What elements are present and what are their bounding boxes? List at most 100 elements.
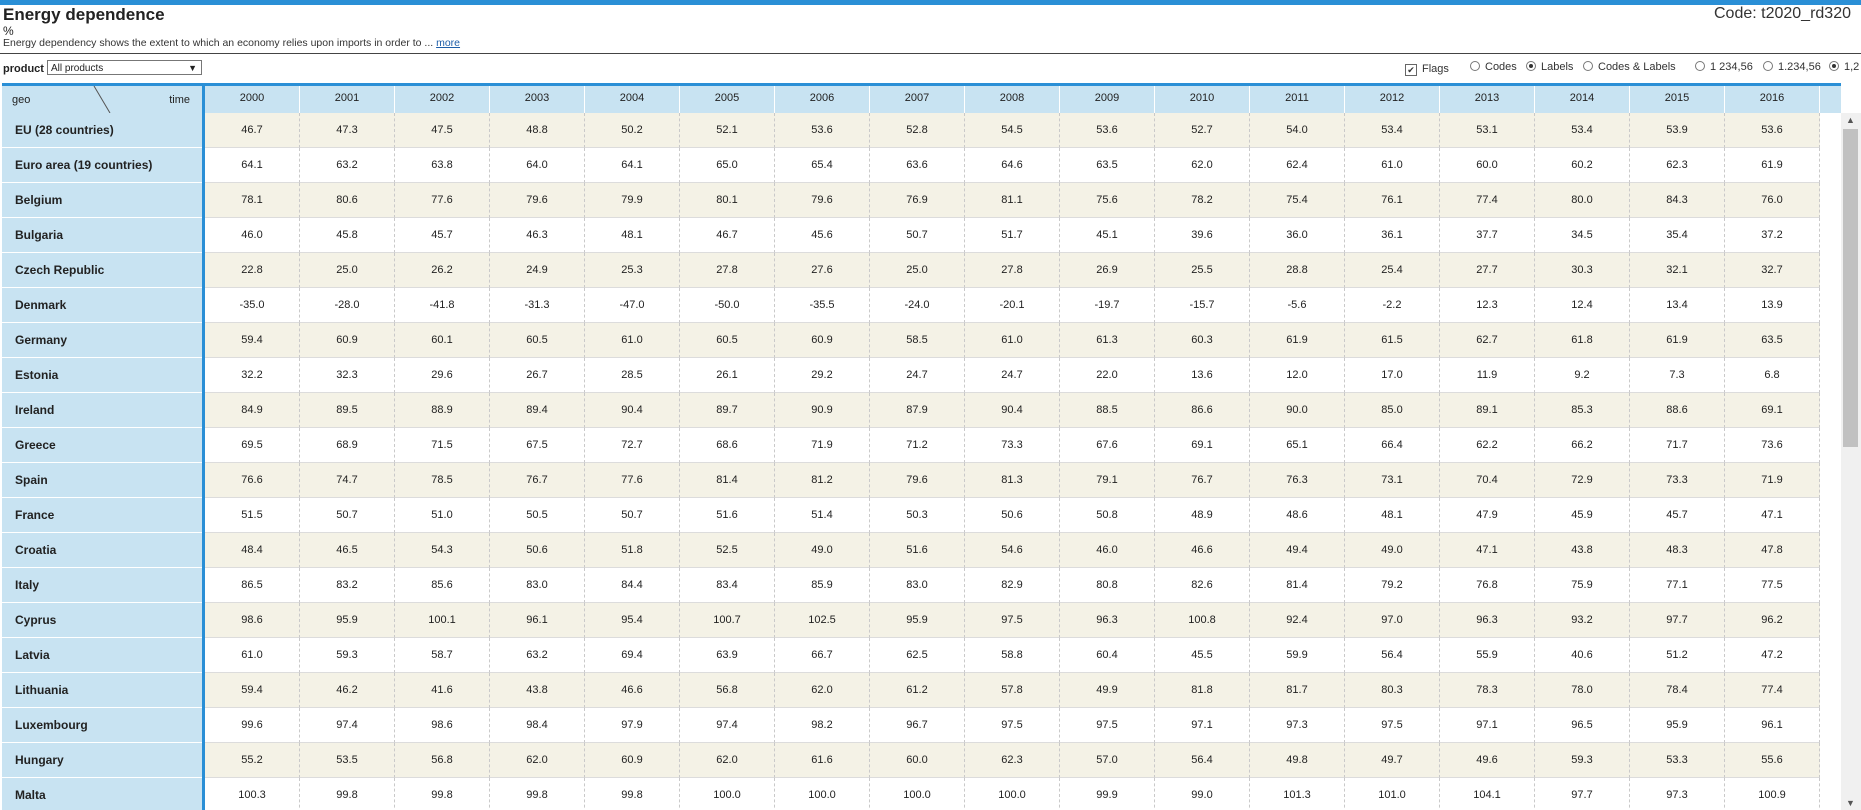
year-header[interactable]: 2005 [680,86,775,113]
geo-label[interactable]: Croatia [2,533,202,568]
geo-label[interactable]: Malta [2,778,202,810]
radio-icon[interactable] [1470,61,1480,71]
scroll-down-icon[interactable]: ▼ [1846,798,1855,808]
table-cell: 99.0 [1155,778,1250,810]
codes-labels-label: Codes & Labels [1598,61,1676,73]
table-cell: -28.0 [300,288,395,323]
geo-label[interactable]: Lithuania [2,673,202,708]
table-cell: 68.9 [300,428,395,463]
geo-label[interactable]: Spain [2,463,202,498]
geo-label[interactable]: Hungary [2,743,202,778]
table-cell: 51.6 [680,498,775,533]
table-cell: 93.2 [1535,603,1630,638]
year-header[interactable]: 2001 [300,86,395,113]
geo-label[interactable]: Denmark [2,288,202,323]
year-header[interactable]: 2008 [965,86,1060,113]
dataset-description: Energy dependency shows the extent to wh… [3,37,460,49]
table-cell: 45.1 [1060,218,1155,253]
table-cell: 12.0 [1250,358,1345,393]
radio-icon[interactable] [1763,61,1773,71]
scroll-thumb[interactable] [1843,129,1858,447]
product-select[interactable]: All products ▼ [47,60,202,75]
table-cell: 46.7 [680,218,775,253]
year-header[interactable]: 2016 [1725,86,1820,113]
geo-label[interactable]: Greece [2,428,202,463]
geo-label[interactable]: Czech Republic [2,253,202,288]
table-cell: 71.5 [395,428,490,463]
radio-selected-icon[interactable] [1526,61,1536,71]
table-cell: 60.9 [775,323,870,358]
year-header[interactable]: 2007 [870,86,965,113]
table-cell: 61.9 [1250,323,1345,358]
table-cell: 60.4 [1060,638,1155,673]
table-cell: 59.4 [205,673,300,708]
table-cell: -41.8 [395,288,490,323]
year-header[interactable]: 2012 [1345,86,1440,113]
scroll-up-icon[interactable]: ▲ [1846,115,1855,125]
table-cell: 27.8 [965,253,1060,288]
table-cell: 27.7 [1440,253,1535,288]
table-cell: 100.0 [870,778,965,810]
year-header[interactable]: 2014 [1535,86,1630,113]
geo-label[interactable]: Latvia [2,638,202,673]
table-cell: 24.9 [490,253,585,288]
table-cell: 80.0 [1535,183,1630,218]
table-cell: 72.7 [585,428,680,463]
year-header[interactable]: 2002 [395,86,490,113]
geo-label[interactable]: Ireland [2,393,202,428]
table-cell: 71.9 [775,428,870,463]
vertical-scrollbar[interactable]: ▲ ▼ [1841,113,1861,810]
year-header[interactable]: 2003 [490,86,585,113]
year-header[interactable]: 2000 [205,86,300,113]
geo-label[interactable]: Bulgaria [2,218,202,253]
format-comma-option[interactable]: 1,2 [1829,61,1859,73]
table-cell: 96.7 [870,708,965,743]
geo-label[interactable]: Estonia [2,358,202,393]
geo-label[interactable]: France [2,498,202,533]
year-header[interactable]: 2006 [775,86,870,113]
top-accent-bar [0,0,1861,5]
year-header[interactable]: 2011 [1250,86,1345,113]
table-cell: 81.4 [1250,568,1345,603]
radio-icon[interactable] [1695,61,1705,71]
geo-label[interactable]: Luxembourg [2,708,202,743]
year-header[interactable]: 2010 [1155,86,1250,113]
geo-label[interactable]: Italy [2,568,202,603]
labels-option[interactable]: Labels [1526,61,1573,73]
radio-selected-icon[interactable] [1829,61,1839,71]
geo-label[interactable]: EU (28 countries) [2,113,202,148]
geo-label[interactable]: Euro area (19 countries) [2,148,202,183]
year-header[interactable]: 2015 [1630,86,1725,113]
table-row: EU (28 countries) 46.7 47.3 47.5 48.8 50.2 52.… [2,113,1841,148]
table-cell: 43.8 [490,673,585,708]
table-cell: 82.9 [965,568,1060,603]
year-header[interactable]: 2009 [1060,86,1155,113]
table-cell: 77.5 [1725,568,1820,603]
codes-labels-option[interactable]: Codes & Labels [1583,61,1676,73]
table-cell: 92.4 [1250,603,1345,638]
table-cell: 73.1 [1345,463,1440,498]
table-cell: -31.3 [490,288,585,323]
geo-label[interactable]: Germany [2,323,202,358]
table-cell: 37.7 [1440,218,1535,253]
format-space-option[interactable]: 1 234,56 [1695,61,1753,73]
table-cell: 48.6 [1250,498,1345,533]
checkbox-icon[interactable]: ✔ [1405,64,1417,76]
geo-label[interactable]: Belgium [2,183,202,218]
format-dot-option[interactable]: 1.234,56 [1763,61,1821,73]
description-text: Energy dependency shows the extent to wh… [3,37,434,49]
geo-label[interactable]: Cyprus [2,603,202,638]
codes-option[interactable]: Codes [1470,61,1517,73]
flags-option[interactable]: ✔ Flags [1405,63,1449,76]
table-cell: 53.3 [1630,743,1725,778]
more-link[interactable]: more [436,37,460,49]
year-header[interactable]: 2004 [585,86,680,113]
row-values: 99.6 97.4 98.6 98.4 97.9 97.4 98.2 96.7 97.5 97.5… [202,708,1820,743]
table-cell: 97.7 [1630,603,1725,638]
radio-icon[interactable] [1583,61,1593,71]
year-header[interactable]: 2013 [1440,86,1535,113]
table-cell: 67.6 [1060,428,1155,463]
table-cell: 61.5 [1345,323,1440,358]
table-cell: 89.1 [1440,393,1535,428]
table-cell: 96.2 [1725,603,1820,638]
